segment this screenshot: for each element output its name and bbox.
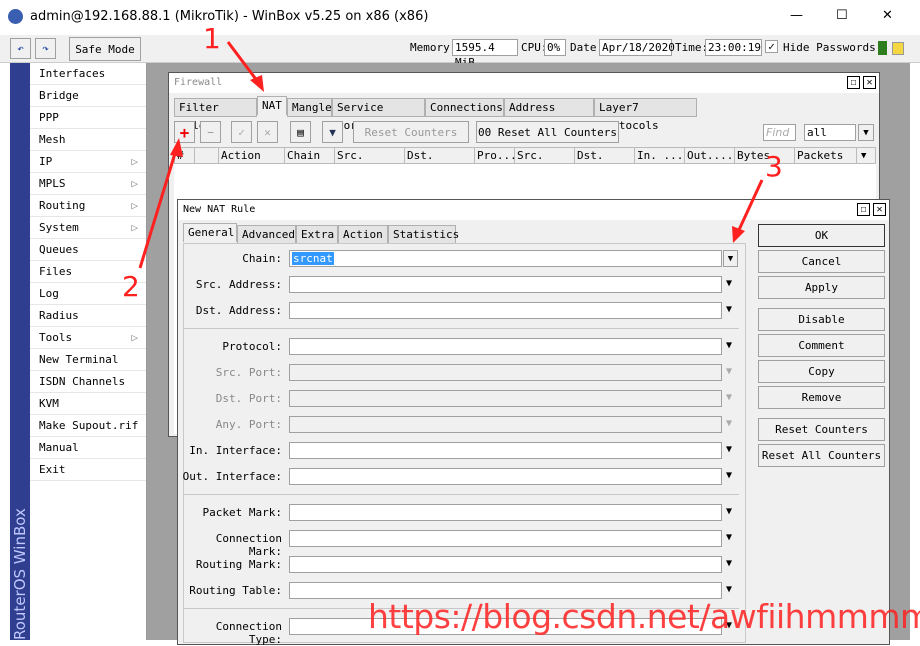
annotation-3: 3 (765, 150, 783, 183)
annotation-1: 1 (203, 22, 221, 55)
arrowhead-3-icon (732, 226, 745, 243)
annotation-layer (138, 41, 764, 269)
arrowhead-1-icon (250, 75, 264, 92)
arrowhead-2-icon (170, 138, 183, 157)
annotation-arrow-2 (138, 149, 178, 269)
annotation-arrow-3 (736, 179, 764, 233)
watermark: https://blog.csdn.net/awfiihmmmm (368, 597, 920, 636)
annotation-arrow-1 (226, 41, 260, 83)
annotation-2: 2 (122, 270, 140, 303)
